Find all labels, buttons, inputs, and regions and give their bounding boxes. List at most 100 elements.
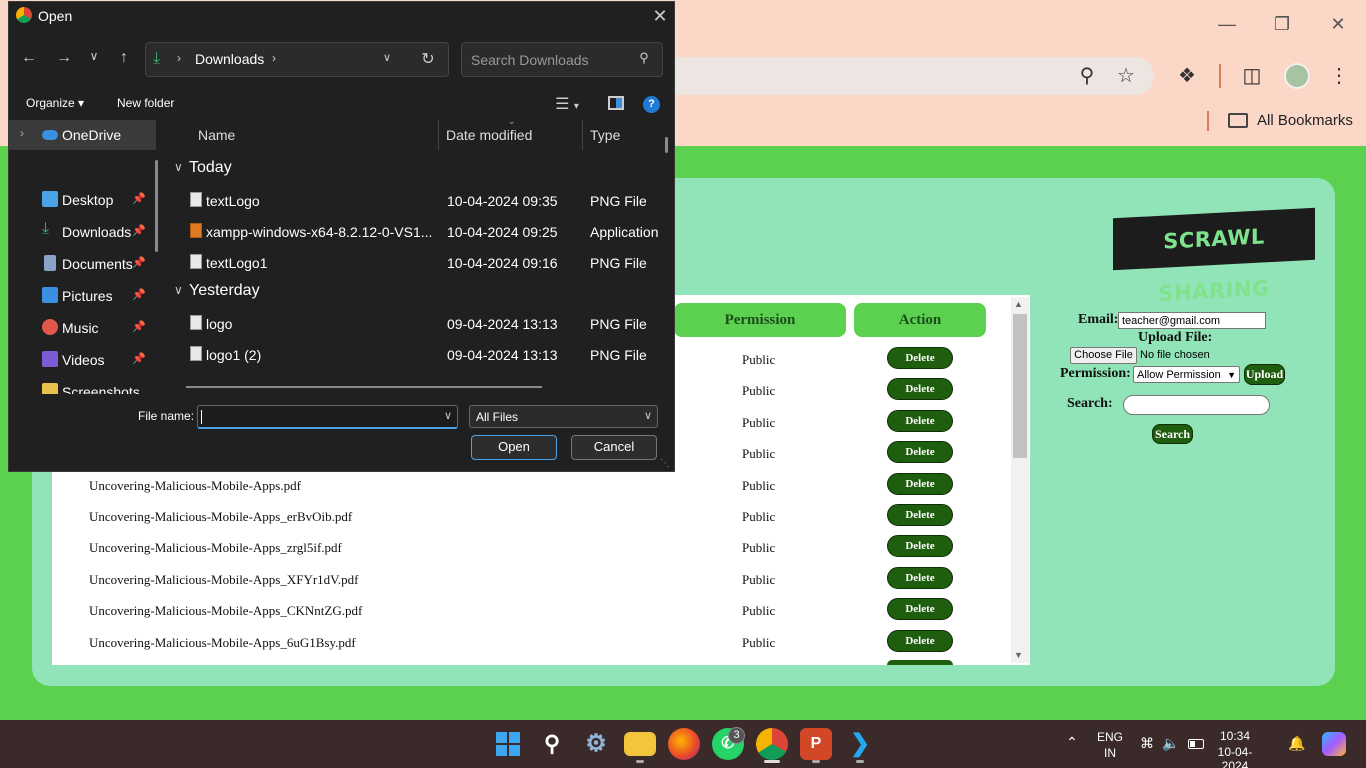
powerpoint-icon[interactable]: P bbox=[800, 728, 832, 760]
file-row[interactable]: textLogo 10-04-2024 09:35 PNG File bbox=[166, 190, 666, 214]
battery-icon[interactable] bbox=[1188, 739, 1204, 749]
file-row[interactable]: logo1 (2) 09-04-2024 13:13 PNG File bbox=[166, 344, 666, 368]
permission-selected: Allow Permission bbox=[1137, 369, 1221, 381]
group-header-yesterday[interactable]: ∨ Yesterday bbox=[166, 281, 666, 303]
all-bookmarks[interactable]: All Bookmarks bbox=[1257, 112, 1353, 129]
preview-pane-icon[interactable] bbox=[608, 96, 624, 110]
pin-icon: 📌 bbox=[132, 321, 146, 333]
recent-locations-icon[interactable]: ∨ bbox=[86, 49, 102, 63]
minimize-icon[interactable]: — bbox=[1215, 12, 1239, 36]
start-icon[interactable] bbox=[492, 728, 524, 760]
search-button[interactable]: Search bbox=[1152, 424, 1193, 444]
new-folder-button[interactable]: New folder bbox=[117, 96, 174, 110]
cancel-button[interactable]: Cancel bbox=[571, 435, 657, 460]
nav-item-pictures[interactable]: Pictures 📌 bbox=[8, 281, 156, 311]
back-icon[interactable]: ← bbox=[19, 49, 39, 67]
vscode-icon[interactable]: ❯ bbox=[844, 728, 876, 760]
forward-icon[interactable]: → bbox=[54, 49, 74, 67]
scroll-up-icon[interactable]: ▲ bbox=[1014, 299, 1023, 309]
volume-icon[interactable]: 🔈 bbox=[1162, 735, 1180, 752]
scrollbar-thumb[interactable] bbox=[1013, 314, 1027, 458]
copilot-icon[interactable] bbox=[1322, 732, 1346, 756]
scroll-down-icon[interactable]: ▼ bbox=[1014, 650, 1023, 660]
chevron-down-icon[interactable]: ∨ bbox=[380, 51, 394, 64]
nav-item-desktop[interactable]: Desktop 📌 bbox=[8, 185, 156, 215]
zoom-icon[interactable]: ⚲ bbox=[1075, 64, 1099, 88]
delete-button[interactable]: Delete bbox=[887, 410, 953, 432]
file-row[interactable]: xampp-windows-x64-8.2.12-0-VS1... 10-04-… bbox=[166, 221, 666, 245]
delete-button-partial[interactable] bbox=[887, 660, 953, 665]
search-icon[interactable]: ⚲ bbox=[536, 728, 568, 760]
downloads-icon: ⤓ bbox=[153, 50, 161, 67]
chevron-right-icon[interactable]: › bbox=[20, 126, 24, 140]
search-input[interactable] bbox=[1123, 395, 1270, 415]
file-name: textLogo1 bbox=[206, 255, 268, 271]
delete-button[interactable]: Delete bbox=[887, 598, 953, 620]
refresh-icon[interactable]: ↻ bbox=[418, 49, 438, 69]
delete-button[interactable]: Delete bbox=[887, 535, 953, 557]
app-active-indicator bbox=[764, 760, 780, 763]
nav-item-screenshots[interactable]: Screenshots bbox=[8, 377, 156, 394]
choose-file-button[interactable]: Choose File bbox=[1070, 347, 1137, 364]
file-permission: Public bbox=[742, 540, 776, 555]
group-header-today[interactable]: ∨ Today bbox=[166, 158, 666, 180]
file-list-scrollbar[interactable] bbox=[665, 137, 668, 153]
chevron-up-icon[interactable]: ⌃ bbox=[1062, 734, 1082, 751]
address-crumb[interactable]: Downloads bbox=[195, 51, 264, 67]
delete-button[interactable]: Delete bbox=[887, 473, 953, 495]
clock[interactable]: 10:34 10-04-2024 bbox=[1212, 729, 1258, 768]
pin-icon: 📌 bbox=[132, 225, 146, 237]
column-date-modified[interactable]: Date modified bbox=[446, 127, 532, 143]
help-icon[interactable]: ? bbox=[643, 96, 660, 113]
organize-button[interactable]: Organize ▾ bbox=[26, 96, 84, 110]
address-bar[interactable] bbox=[145, 42, 449, 77]
nav-scrollbar[interactable] bbox=[155, 160, 158, 252]
extensions-icon[interactable]: ❖ bbox=[1175, 64, 1199, 88]
delete-button[interactable]: Delete bbox=[887, 347, 953, 369]
nav-item-music[interactable]: Music 📌 bbox=[8, 313, 156, 343]
delete-button[interactable]: Delete bbox=[887, 378, 953, 400]
menu-icon[interactable]: ⋮ bbox=[1327, 64, 1351, 88]
file-type-filter[interactable]: All Files ∨ bbox=[469, 405, 658, 428]
close-icon[interactable]: ✕ bbox=[650, 6, 670, 27]
profile-avatar[interactable] bbox=[1284, 63, 1310, 89]
chevron-down-icon[interactable]: ∨ bbox=[444, 409, 452, 422]
nav-item-videos[interactable]: Videos 📌 bbox=[8, 345, 156, 375]
resize-grip-icon[interactable]: ⋱ bbox=[660, 458, 670, 469]
restore-icon[interactable]: ❐ bbox=[1270, 12, 1294, 36]
column-name[interactable]: Name bbox=[198, 127, 235, 143]
open-button[interactable]: Open bbox=[471, 435, 557, 460]
nav-item-downloads[interactable]: ⤓ Downloads 📌 bbox=[8, 217, 156, 247]
notification-bell-icon[interactable]: 🔔 bbox=[1288, 735, 1306, 752]
header-action: Action bbox=[854, 303, 986, 337]
pin-icon: 📌 bbox=[132, 289, 146, 301]
file-row[interactable]: logo 09-04-2024 13:13 PNG File bbox=[166, 313, 666, 337]
file-type: PNG File bbox=[590, 255, 647, 271]
column-type[interactable]: Type bbox=[590, 127, 620, 143]
file-type: PNG File bbox=[590, 316, 647, 332]
language-indicator[interactable]: ENG IN bbox=[1094, 730, 1126, 760]
upload-button[interactable]: Upload bbox=[1244, 364, 1285, 385]
nav-item-documents[interactable]: Documents 📌 bbox=[8, 249, 156, 279]
horizontal-scrollbar[interactable] bbox=[186, 386, 542, 388]
settings-icon[interactable]: ⚙ bbox=[580, 728, 612, 760]
wifi-icon[interactable]: ⌘ bbox=[1138, 735, 1156, 752]
chrome-icon[interactable] bbox=[756, 728, 788, 760]
bookmark-star-icon[interactable]: ☆ bbox=[1114, 64, 1138, 88]
file-explorer-icon[interactable] bbox=[624, 732, 656, 756]
file-name-input[interactable]: ∨ bbox=[197, 405, 458, 429]
delete-button[interactable]: Delete bbox=[887, 567, 953, 589]
close-icon[interactable]: ✕ bbox=[1326, 12, 1350, 36]
file-row[interactable]: textLogo1 10-04-2024 09:16 PNG File bbox=[166, 252, 666, 276]
side-panel-icon[interactable]: ◫ bbox=[1240, 64, 1264, 88]
view-options-icon[interactable]: ☰ ▾ bbox=[552, 94, 582, 114]
delete-button[interactable]: Delete bbox=[887, 630, 953, 652]
table-row: Uncovering-Malicious-Mobile-Apps_6uG1Bsy… bbox=[52, 629, 1012, 660]
firefox-icon[interactable] bbox=[668, 728, 700, 760]
delete-button[interactable]: Delete bbox=[887, 504, 953, 526]
email-field[interactable]: teacher@gmail.com bbox=[1118, 312, 1266, 329]
permission-select[interactable]: Allow Permission ▼ bbox=[1133, 366, 1240, 383]
delete-button[interactable]: Delete bbox=[887, 441, 953, 463]
nav-item-onedrive[interactable]: › OneDrive bbox=[8, 120, 156, 150]
up-icon[interactable]: ↑ bbox=[114, 49, 134, 67]
